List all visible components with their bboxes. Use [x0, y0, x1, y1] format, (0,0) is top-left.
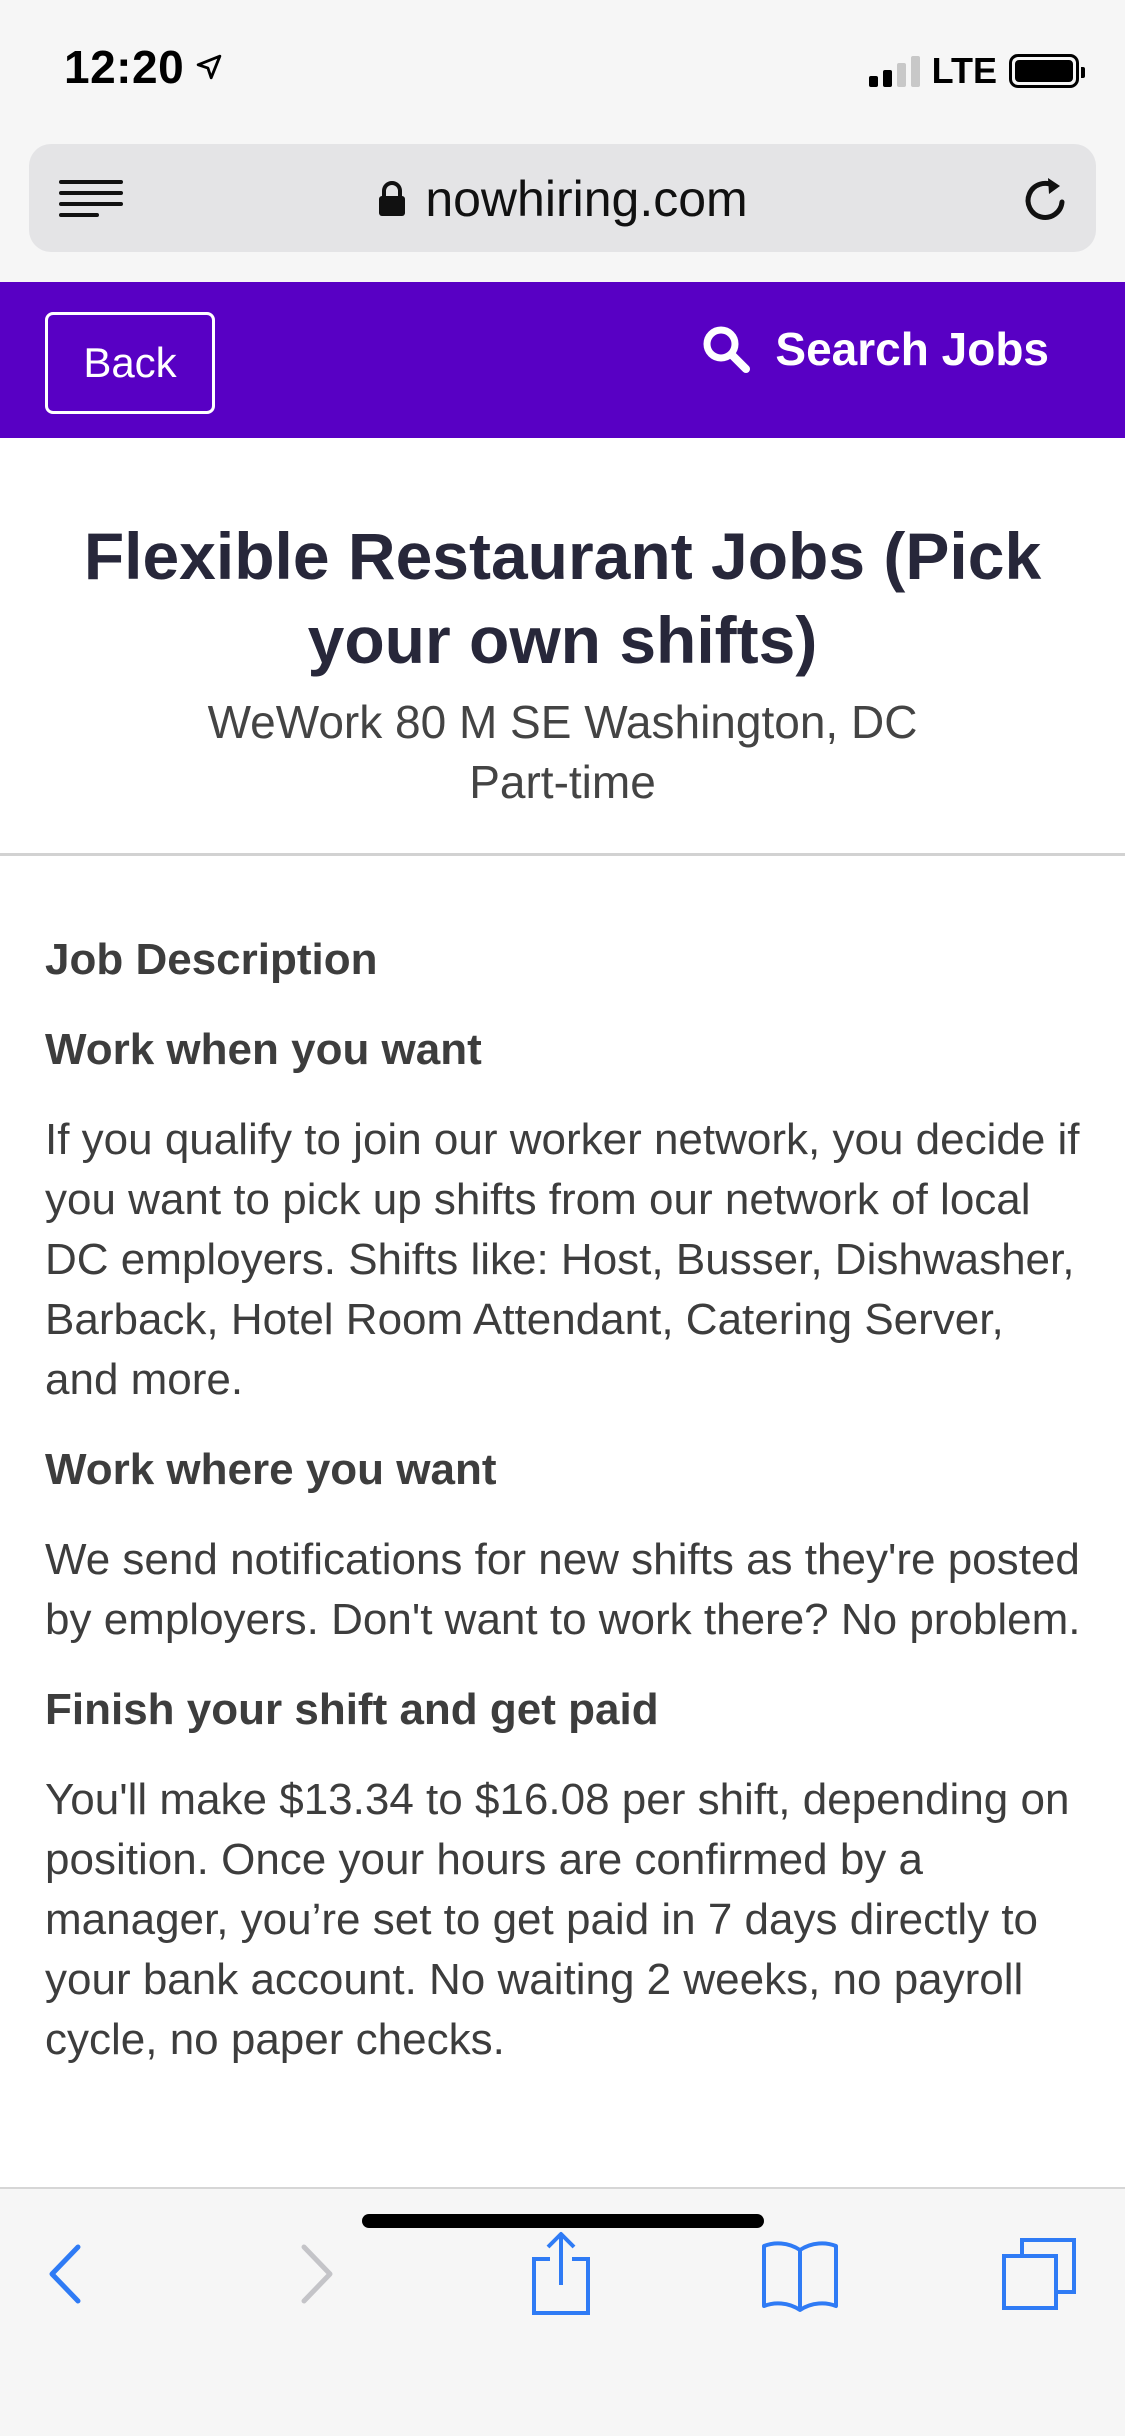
network-label: LTE	[931, 50, 997, 91]
forward-arrow-icon[interactable]	[272, 2229, 362, 2319]
app-header: Back Search Jobs	[0, 282, 1125, 438]
tabs-icon[interactable]	[995, 2229, 1085, 2319]
search-icon	[703, 326, 751, 373]
job-type: Part-time	[469, 756, 656, 808]
location-arrow-icon	[196, 54, 222, 80]
url-text: nowhiring.com	[425, 171, 748, 227]
job-title: Flexible Restaurant Jobs (Pick your own …	[83, 519, 1042, 677]
home-indicator	[362, 2214, 764, 2228]
lock-icon	[379, 181, 406, 216]
search-jobs-button[interactable]: Search Jobs	[701, 322, 1049, 376]
bookmarks-icon[interactable]	[755, 2229, 845, 2319]
url-bar[interactable]: nowhiring.com	[29, 144, 1096, 252]
share-icon[interactable]	[516, 2229, 606, 2319]
status-time: 12:20	[64, 40, 222, 94]
status-indicators: LTE	[868, 50, 1085, 92]
search-jobs-label: Search Jobs	[775, 323, 1049, 375]
job-header: Flexible Restaurant Jobs (Pick your own …	[0, 438, 1125, 856]
section-body: You'll make $13.34 to $16.08 per shift, …	[45, 1775, 1070, 2064]
browser-address-area: nowhiring.com	[0, 140, 1125, 282]
reload-icon[interactable]	[1018, 172, 1074, 228]
signal-icon	[868, 55, 920, 87]
back-arrow-icon[interactable]	[20, 2229, 110, 2319]
section-heading: Finish your shift and get paid	[45, 1685, 659, 1734]
status-bar: 12:20 LTE	[0, 0, 1125, 140]
section-heading: Work where you want	[45, 1445, 497, 1494]
battery-icon	[1009, 54, 1085, 88]
url-display[interactable]: nowhiring.com	[29, 170, 1096, 228]
section-body: We send notifications for new shifts as …	[45, 1535, 1081, 1644]
description-heading: Job Description	[45, 935, 378, 984]
status-time-text: 12:20	[64, 41, 185, 93]
job-location: WeWork 80 M SE Washington, DC	[207, 696, 918, 748]
section-body: If you qualify to join our worker networ…	[45, 1115, 1080, 1404]
back-button[interactable]: Back	[45, 312, 215, 414]
section-heading: Work when you want	[45, 1025, 482, 1074]
job-description: Job Description Work when you want If yo…	[45, 930, 1085, 2070]
